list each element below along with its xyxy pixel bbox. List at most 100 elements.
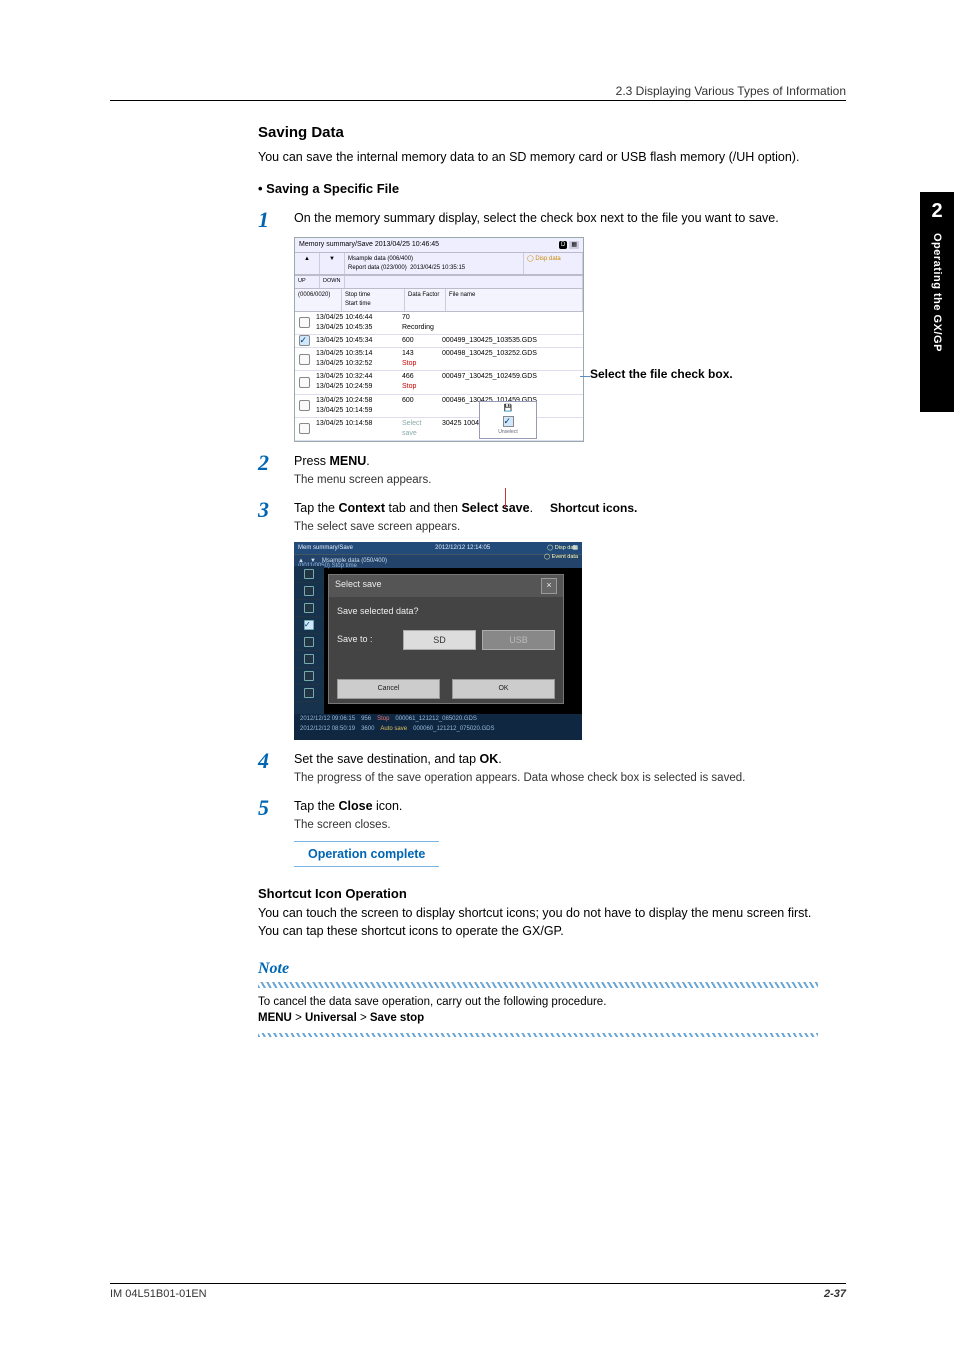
row-checkbox[interactable]: [299, 377, 310, 388]
heading-shortcut-icon-operation: Shortcut Icon Operation: [258, 885, 818, 904]
step-2-bold: MENU: [329, 454, 366, 468]
callout-shortcut-icons: Shortcut icons.: [550, 501, 637, 515]
row-fname: [439, 312, 583, 334]
memory-summary-screenshot: Memory summary/Save 2013/04/25 10:46:45 …: [294, 237, 584, 442]
chapter-thumb-tab: 2 Operating the GX/GP: [920, 192, 954, 412]
step-2: 2 Press MENU. The menu screen appears.: [258, 452, 818, 489]
up-label[interactable]: UP: [295, 276, 320, 288]
step-3: 3 Tap the Context tab and then Select sa…: [258, 499, 818, 536]
note-body: To cancel the data save operation, carry…: [258, 988, 818, 1033]
close-icon[interactable]: ×: [541, 578, 557, 594]
step-3-post: .: [530, 501, 533, 515]
shot2-time: 2012/12/12 12:14:05: [435, 544, 490, 553]
row-checkbox-checked[interactable]: [299, 335, 310, 346]
row-checkbox[interactable]: [299, 354, 310, 365]
shortcut-para-2: You can tap these shortcut icons to oper…: [258, 922, 818, 940]
step-5-sub: The screen closes.: [294, 817, 818, 834]
shortcut-popup[interactable]: 💾 Unselect: [479, 401, 537, 439]
usb-button[interactable]: USB: [482, 630, 555, 650]
step-1-text: On the memory summary display, select th…: [294, 209, 818, 227]
bgrow-time: 2012/12/12 09:06:15: [300, 715, 355, 724]
row-stop: 13/04/25 10:24:58: [316, 396, 396, 406]
row-start: 13/04/25 10:14:59: [316, 406, 396, 416]
unselect-label: Unselect: [480, 429, 536, 436]
step-3-pre: Tap the: [294, 501, 338, 515]
row-start: 13/04/25 10:24:59: [316, 382, 396, 392]
row-stop: 13/04/25 10:46:44: [316, 313, 396, 323]
modal-title: Select save: [335, 578, 382, 594]
row-stop: 13/04/25 10:35:14: [316, 349, 396, 359]
step-4-post: .: [498, 752, 501, 766]
step-3-mid: tab and then: [385, 501, 461, 515]
operation-complete-box: Operation complete: [294, 841, 439, 867]
shot2-title: Mem summary/Save: [298, 544, 353, 553]
row-stop: 13/04/25 10:45:34: [316, 336, 396, 346]
row-factor: 143: [402, 349, 436, 359]
heading-saving-data: Saving Data: [258, 122, 818, 144]
step-2-pre: Press: [294, 454, 329, 468]
col-factor: Data Factor: [405, 289, 446, 310]
row-fname: 000499_130425_103535.GDS: [439, 335, 583, 347]
step-3-b2: Select save: [461, 501, 529, 515]
row-checkbox[interactable]: [299, 400, 310, 411]
step-5-bold: Close: [338, 799, 372, 813]
bgrow-fname: 000060_121212_075020.GDS: [413, 725, 494, 734]
step-3-sub: The select save screen appears.: [294, 519, 818, 536]
chapter-number: 2: [920, 192, 954, 223]
status-icons: D ▦: [559, 240, 579, 250]
disp-data-label: Disp data: [535, 256, 560, 262]
row-factor: 466: [402, 372, 436, 382]
table-row[interactable]: 13/04/25 10:32:4413/04/25 10:24:59 466St…: [295, 371, 583, 394]
step-5: 5 Tap the Close icon. The screen closes.: [258, 797, 818, 834]
step-4-sub: The progress of the save operation appea…: [294, 770, 818, 787]
shot2-event-data: Event data: [552, 554, 578, 560]
col-start: Start time: [345, 301, 371, 307]
popup-checkbox[interactable]: [503, 416, 514, 427]
sd-button[interactable]: SD: [403, 630, 476, 650]
status-icon: ▦: [569, 241, 579, 250]
note-hatch-bottom: [258, 1033, 818, 1037]
footer-doc-id: IM 04L51B01-01EN: [110, 1288, 207, 1300]
row-factor2: Recording: [402, 323, 436, 333]
step-4-pre: Set the save destination, and tap: [294, 752, 480, 766]
ok-button[interactable]: OK: [452, 679, 555, 699]
page-footer: IM 04L51B01-01EN 2-37: [110, 1283, 846, 1300]
select-save-mini: Select save: [402, 420, 421, 437]
step-number-1: 1: [258, 209, 294, 231]
cancel-button[interactable]: Cancel: [337, 679, 440, 699]
note-line-1: To cancel the data save operation, carry…: [258, 994, 818, 1011]
row-factor2: Stop: [402, 359, 436, 369]
step-number-3: 3: [258, 499, 294, 521]
row-start: 13/04/25 10:32:52: [316, 359, 396, 369]
down-label[interactable]: DOWN: [320, 276, 345, 288]
step-4: 4 Set the save destination, and tap OK. …: [258, 750, 818, 787]
running-header: 2.3 Displaying Various Types of Informat…: [616, 84, 846, 98]
page-content: Saving Data You can save the internal me…: [258, 122, 818, 1037]
shot1-title: Memory summary/Save 2013/04/25 10:46:45: [299, 240, 439, 250]
row-checkbox[interactable]: [299, 423, 310, 434]
table-row[interactable]: 13/04/25 10:46:4413/04/25 10:45:35 70Rec…: [295, 312, 583, 335]
table-row[interactable]: 13/04/25 10:14:58 Select save 30425 1004…: [295, 418, 583, 441]
step-2-post: .: [366, 454, 369, 468]
row-factor2: Stop: [402, 382, 436, 392]
table-row[interactable]: 13/04/25 10:35:1413/04/25 10:32:52 143St…: [295, 348, 583, 371]
row-stop: 13/04/25 10:14:58: [316, 419, 396, 429]
row-factor: 600: [402, 396, 436, 406]
step-5-pre: Tap the: [294, 799, 338, 813]
step-number-2: 2: [258, 452, 294, 474]
row-stop: 13/04/25 10:32:44: [316, 372, 396, 382]
note-title-text: Note: [258, 960, 289, 977]
row-factor: 600: [402, 336, 436, 346]
select-save-dialog-screenshot: Mem summary/Save 2012/12/12 12:14:05 ▦ ▲…: [294, 542, 582, 740]
save-to-label: Save to :: [337, 633, 397, 646]
select-save-modal: Select save × Save selected data? Save t…: [328, 574, 564, 704]
step-2-sub: The menu screen appears.: [294, 472, 818, 489]
bg-rows: 2012/12/12 09:06:15 956 Stop 000061_1212…: [294, 714, 582, 740]
callout-line-2: [505, 488, 506, 508]
msample-label: Msample data (006/400): [348, 255, 520, 264]
bgrow-time: 2012/12/12 08:50:19: [300, 725, 355, 734]
row-checkbox[interactable]: [299, 317, 310, 328]
footer-page-number: 2-37: [824, 1288, 846, 1300]
table-row[interactable]: 13/04/25 10:45:34 600 000499_130425_1035…: [295, 335, 583, 348]
table-row[interactable]: 13/04/25 10:24:5813/04/25 10:14:59 600 0…: [295, 395, 583, 418]
